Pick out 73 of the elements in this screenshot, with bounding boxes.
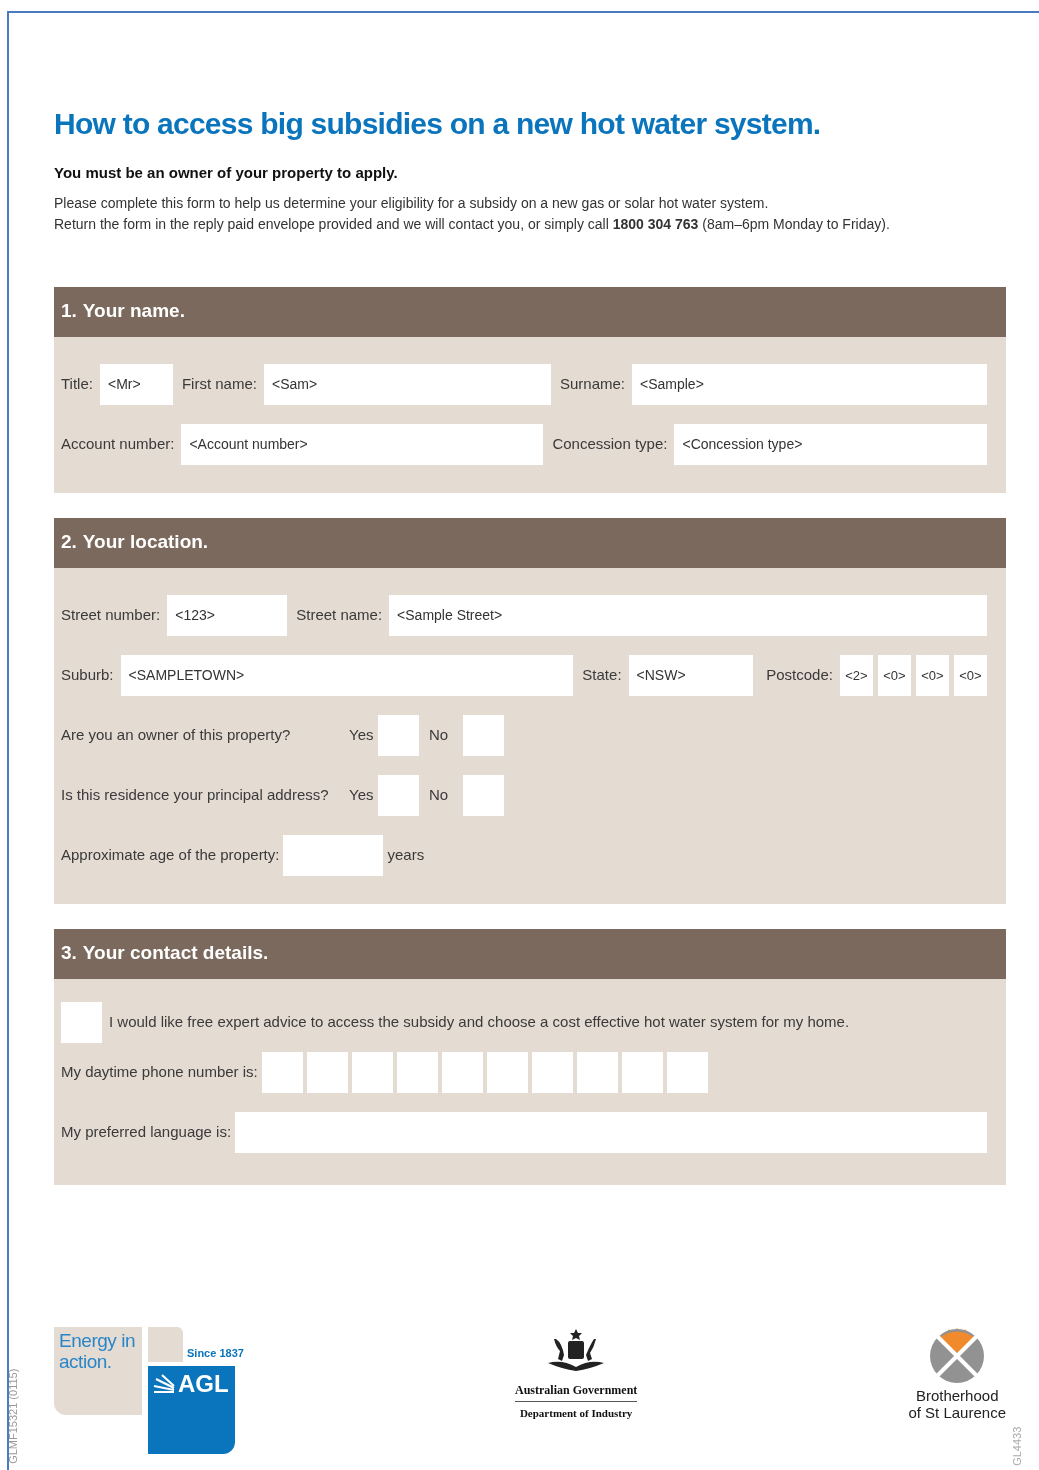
field-label: Is this residence your principal address? [61, 785, 330, 806]
intro-text: Return the form in the reply paid envelope provided and we will contact you, or simply call 1800 304 763 (8am–6pm Monday to Friday). [54, 214, 891, 234]
field-label: Concession type: [552, 434, 668, 455]
field-label: My daytime phone number is: [61, 1062, 258, 1083]
requirement-text: You must be an owner of your property to apply. [54, 163, 399, 183]
field-label: Yes [349, 785, 375, 806]
section-number: 2. [61, 530, 77, 555]
digit-box[interactable] [666, 1052, 708, 1093]
field-label: Yes [349, 725, 375, 746]
form-code: GL4433 [1010, 1426, 1025, 1466]
field-label: First name: [181, 374, 257, 395]
digit-box[interactable] [441, 1052, 483, 1093]
field-label: My preferred language is: [61, 1122, 232, 1143]
digit-box[interactable] [576, 1052, 618, 1093]
logo-block [148, 1326, 183, 1362]
field-label: years [387, 845, 425, 866]
bsl-name: Brotherhood [915, 1386, 999, 1404]
input-field[interactable]: <Concession type> [674, 424, 987, 465]
input-field[interactable] [283, 835, 384, 876]
field-label: State: [582, 665, 622, 686]
input-field[interactable]: <Mr> [99, 364, 173, 405]
energy-badge: Energy in action. [54, 1326, 142, 1415]
intro-text: Please complete this form to help us determine your eligibility for a subsidy on a new gas or solar hot water system. [54, 193, 770, 213]
field-label: Account number: [61, 434, 175, 455]
input-field[interactable] [235, 1112, 987, 1153]
digit-box[interactable] [486, 1052, 528, 1093]
field-label: Street name: [296, 605, 383, 626]
input-field[interactable]: <123> [167, 595, 288, 636]
digit-box[interactable]: <0> [916, 655, 949, 696]
section-number: 1. [61, 299, 77, 324]
section-title: Your name. [82, 299, 185, 324]
digit-box[interactable] [306, 1052, 348, 1093]
since-text: Since 1837 [187, 1346, 244, 1361]
checkbox[interactable] [378, 715, 419, 756]
input-field[interactable]: <Sample> [632, 364, 987, 405]
government-name: Australian Government [515, 1380, 638, 1402]
input-field[interactable]: <Account number> [181, 424, 544, 465]
digit-box[interactable]: <0> [954, 655, 987, 696]
digit-box[interactable] [531, 1052, 573, 1093]
consent-text: I would like free expert advice to access the subsidy and choose a cost effective hot water system for my home. [109, 1012, 850, 1033]
digit-box[interactable] [351, 1052, 393, 1093]
digit-box[interactable]: <2> [840, 655, 873, 696]
input-field[interactable]: <SAMPLETOWN> [120, 655, 574, 696]
input-field[interactable]: <Sample Street> [389, 595, 987, 636]
digit-box[interactable] [621, 1052, 663, 1093]
page-heading: How to access big subsidies on a new hot water system. [54, 106, 822, 142]
input-field[interactable]: <NSW> [628, 655, 754, 696]
department-name: Department of Industry [519, 1405, 633, 1421]
field-label: Surname: [559, 374, 625, 395]
form-code: GLMF15321 (0115) [6, 1368, 21, 1464]
checkbox[interactable] [463, 775, 504, 816]
checkbox[interactable] [463, 715, 504, 756]
field-label: Title: [61, 374, 93, 395]
section-title: Your contact details. [82, 941, 269, 966]
section-number: 3. [61, 941, 77, 966]
input-field[interactable]: <Sam> [263, 364, 551, 405]
checkbox[interactable] [378, 775, 419, 816]
digit-box[interactable]: <0> [878, 655, 911, 696]
sunrays-icon [152, 1373, 176, 1394]
digit-box[interactable] [396, 1052, 438, 1093]
bsl-logo-icon [928, 1326, 987, 1383]
agl-logo: AGL [148, 1365, 235, 1454]
field-label: Are you an owner of this property? [61, 725, 292, 746]
bsl-name: of St Laurence [908, 1403, 1006, 1421]
field-label: Postcode: [766, 665, 833, 686]
digit-box[interactable] [261, 1052, 303, 1093]
section-title: Your location. [82, 530, 209, 555]
field-label: Suburb: [61, 665, 114, 686]
field-label: Street number: [61, 605, 161, 626]
field-label: Approximate age of the property: [61, 845, 280, 866]
checkbox[interactable] [61, 1002, 102, 1043]
field-label: No [429, 785, 450, 806]
field-label: No [429, 725, 450, 746]
